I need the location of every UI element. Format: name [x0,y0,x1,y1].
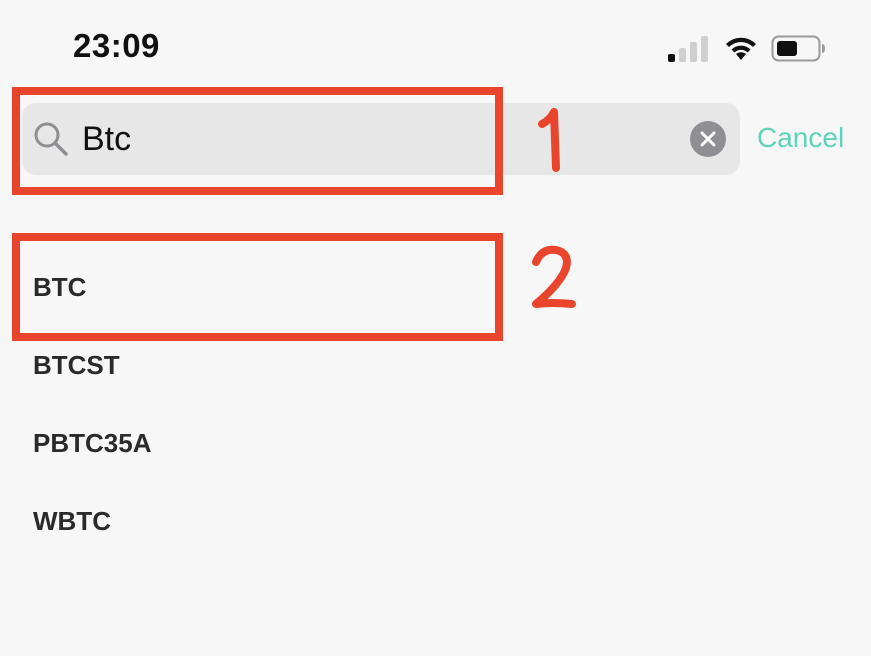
wifi-icon [723,34,759,62]
result-label: BTCST [33,350,120,380]
status-time: 23:09 [73,27,160,64]
search-input[interactable] [82,115,642,163]
result-label: PBTC35A [33,428,152,458]
battery-icon [771,35,826,62]
search-bar [22,103,740,175]
cellular-signal-icon [668,34,714,62]
search-icon [32,120,70,158]
clear-search-button[interactable] [690,121,726,157]
result-item-wbtc[interactable]: WBTC [0,482,871,560]
result-item-pbtc35a[interactable]: PBTC35A [0,404,871,482]
clear-x-icon [700,131,716,147]
result-label: WBTC [33,506,111,536]
status-icons [668,30,838,66]
result-label: BTC [33,272,87,302]
result-item-btcst[interactable]: BTCST [0,326,871,404]
result-item-btc[interactable]: BTC [0,248,871,326]
cancel-button[interactable]: Cancel [757,120,844,156]
